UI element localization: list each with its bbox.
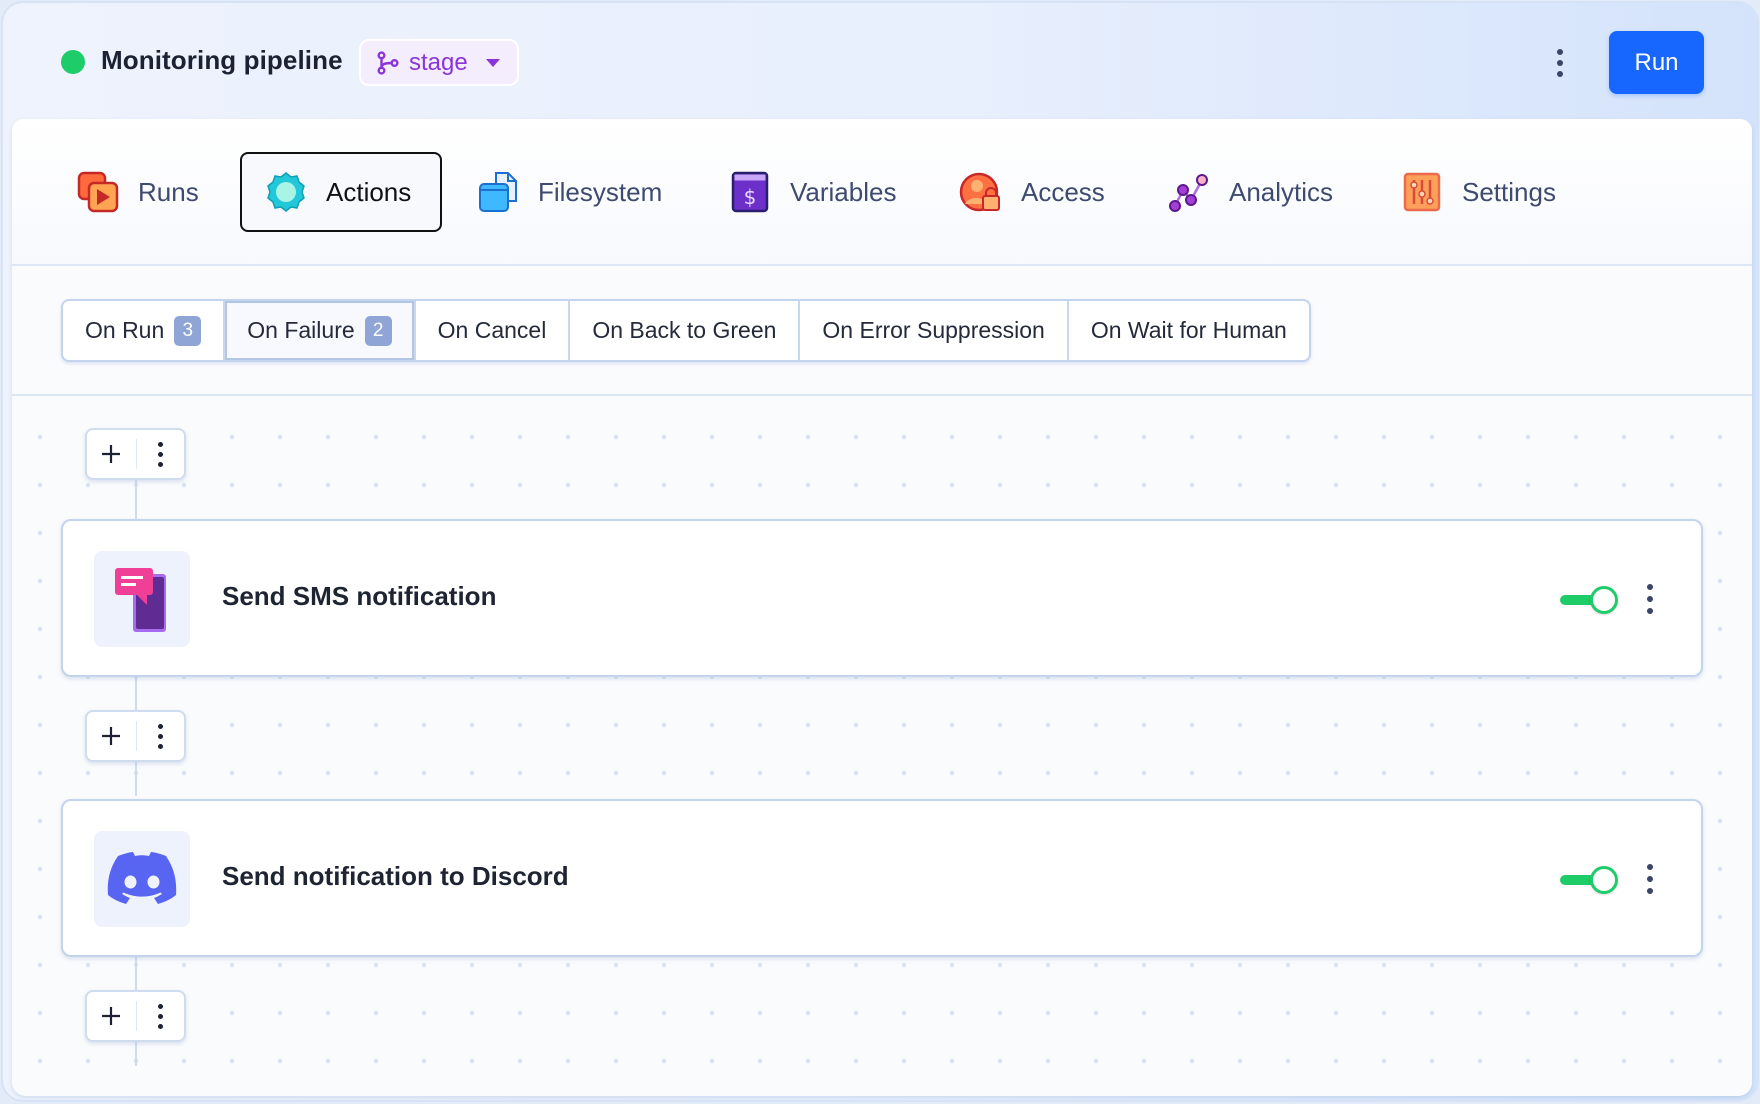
actions-canvas: Send SMS notification	[12, 396, 1752, 1096]
insert-action-control	[85, 710, 186, 762]
action-card[interactable]: Send SMS notification	[61, 519, 1703, 677]
pipeline-header: Monitoring pipeline stage Run	[3, 3, 1757, 119]
subtab-on-cancel[interactable]: On Cancel	[416, 301, 571, 360]
tab-label: Filesystem	[538, 177, 662, 208]
tab-actions[interactable]: Actions	[240, 152, 442, 232]
subtab-on-wait-for-human[interactable]: On Wait for Human	[1069, 301, 1309, 360]
tab-settings[interactable]: Settings	[1378, 152, 1578, 232]
action-icon-box	[94, 551, 190, 647]
subtab-label: On Wait for Human	[1091, 317, 1287, 344]
access-lock-icon	[959, 170, 1003, 214]
action-more-button[interactable]	[1638, 579, 1662, 619]
tab-label: Settings	[1462, 177, 1556, 208]
add-action-button[interactable]	[87, 712, 136, 760]
kebab-icon	[158, 1004, 163, 1009]
subtab-label: On Run	[85, 317, 164, 344]
svg-text:$: $	[744, 185, 757, 209]
insert-action-control	[85, 990, 186, 1042]
trigger-tabs: On Run 3 On Failure 2 On Cancel On Back …	[61, 299, 1311, 362]
action-title: Send notification to Discord	[222, 861, 569, 892]
toggle-knob	[1590, 866, 1618, 894]
plus-icon	[100, 443, 122, 465]
action-icon-box	[94, 831, 190, 927]
add-action-button[interactable]	[87, 430, 136, 478]
kebab-icon	[1647, 864, 1653, 870]
runs-icon	[76, 170, 120, 214]
enable-toggle[interactable]	[1560, 865, 1618, 895]
filesystem-icon	[476, 170, 520, 214]
subtab-label: On Error Suppression	[822, 317, 1044, 344]
subtab-on-error-suppression[interactable]: On Error Suppression	[800, 301, 1068, 360]
pipeline-title: Monitoring pipeline	[101, 45, 343, 76]
run-button[interactable]: Run	[1609, 31, 1704, 94]
subtab-on-back-to-green[interactable]: On Back to Green	[570, 301, 800, 360]
settings-sliders-icon	[1400, 170, 1444, 214]
app-window: Monitoring pipeline stage Run Runs	[1, 1, 1759, 1102]
count-badge: 2	[365, 316, 392, 346]
trigger-tabs-area: On Run 3 On Failure 2 On Cancel On Back …	[12, 266, 1752, 396]
sms-icon	[112, 566, 172, 632]
tab-filesystem[interactable]: Filesystem	[454, 152, 684, 232]
connector-line	[135, 476, 137, 521]
more-options-button[interactable]	[1547, 41, 1573, 85]
kebab-icon	[1557, 49, 1563, 55]
plus-icon	[100, 725, 122, 747]
action-more-button[interactable]	[1638, 859, 1662, 899]
tab-label: Actions	[326, 177, 411, 208]
variables-dollar-icon: $	[728, 170, 772, 214]
subtab-on-failure[interactable]: On Failure 2	[225, 301, 415, 360]
branch-label: stage	[409, 49, 468, 77]
kebab-icon	[158, 724, 163, 729]
add-action-button[interactable]	[87, 992, 136, 1040]
subtab-on-run[interactable]: On Run 3	[63, 301, 225, 360]
tab-analytics[interactable]: Analytics	[1145, 152, 1355, 232]
chevron-down-icon	[486, 59, 500, 67]
tab-label: Runs	[138, 177, 199, 208]
section-nav: Runs Actions Filesystem	[12, 119, 1752, 266]
kebab-icon	[1647, 584, 1653, 590]
actions-gear-icon	[264, 170, 308, 214]
discord-icon	[106, 851, 178, 907]
subtab-label: On Cancel	[438, 317, 547, 344]
status-indicator	[61, 50, 85, 74]
tab-runs[interactable]: Runs	[54, 152, 221, 232]
tab-label: Analytics	[1229, 177, 1333, 208]
plus-icon	[100, 1005, 122, 1027]
kebab-icon	[158, 442, 163, 447]
insert-action-control	[85, 428, 186, 480]
subtab-label: On Failure	[247, 317, 354, 344]
insert-more-button[interactable]	[137, 712, 184, 760]
git-branch-icon	[375, 50, 401, 76]
tab-variables[interactable]: $ Variables	[706, 152, 918, 232]
tab-access[interactable]: Access	[937, 152, 1127, 232]
subtab-label: On Back to Green	[592, 317, 776, 344]
tab-label: Access	[1021, 177, 1105, 208]
tab-label: Variables	[790, 177, 896, 208]
branch-selector[interactable]: stage	[359, 39, 519, 86]
toggle-knob	[1590, 586, 1618, 614]
insert-more-button[interactable]	[137, 430, 184, 478]
main-panel: Runs Actions Filesystem	[12, 119, 1752, 1096]
action-title: Send SMS notification	[222, 581, 496, 612]
enable-toggle[interactable]	[1560, 585, 1618, 615]
action-card[interactable]: Send notification to Discord	[61, 799, 1703, 957]
count-badge: 3	[174, 316, 201, 346]
analytics-icon	[1167, 170, 1211, 214]
insert-more-button[interactable]	[137, 992, 184, 1040]
